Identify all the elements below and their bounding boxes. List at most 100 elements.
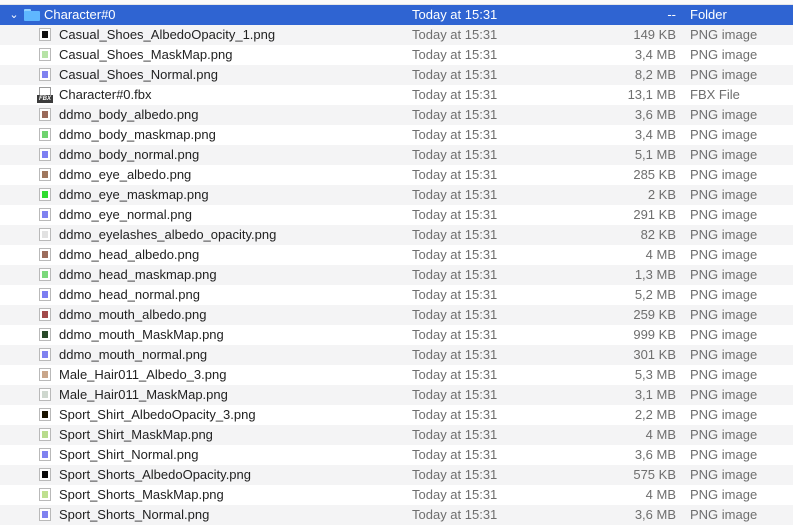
file-size: 149 KB xyxy=(633,27,676,42)
file-kind: FBX File xyxy=(690,87,740,102)
file-name: Male_Hair011_MaskMap.png xyxy=(59,387,228,402)
file-date: Today at 15:31 xyxy=(412,507,498,522)
file-kind: PNG image xyxy=(690,207,758,222)
file-date: Today at 15:31 xyxy=(412,187,498,202)
file-kind: PNG image xyxy=(690,227,758,242)
png-thumbnail-icon xyxy=(39,108,51,121)
file-date: Today at 15:31 xyxy=(412,347,498,362)
file-row[interactable]: Sport_Shirt_MaskMap.png Today at 15:31 4 M… xyxy=(0,425,793,445)
file-kind: PNG image xyxy=(690,167,758,182)
file-row[interactable]: FBX Character#0.fbx Today at 15:31 13,1 MB F… xyxy=(0,85,793,105)
file-row[interactable]: ddmo_body_maskmap.png Today at 15:31 3,4 M… xyxy=(0,125,793,145)
file-kind: PNG image xyxy=(690,267,758,282)
file-kind: PNG image xyxy=(690,387,758,402)
png-thumbnail-icon xyxy=(39,248,51,261)
file-name: ddmo_eyelashes_albedo_opacity.png xyxy=(59,227,277,242)
png-thumbnail-icon xyxy=(39,168,51,181)
file-name: ddmo_mouth_albedo.png xyxy=(59,307,207,322)
file-kind: PNG image xyxy=(690,287,758,302)
file-size: 1,3 MB xyxy=(634,267,676,282)
file-size: 4 MB xyxy=(645,247,676,262)
file-size: 13,1 MB xyxy=(627,87,676,102)
file-size: 3,6 MB xyxy=(634,107,676,122)
file-row[interactable]: Casual_Shoes_Normal.png Today at 15:31 8,2… xyxy=(0,65,793,85)
png-thumbnail-icon xyxy=(39,148,51,161)
file-row[interactable]: ddmo_eye_normal.png Today at 15:31 291 KB P… xyxy=(0,205,793,225)
file-row[interactable]: ddmo_mouth_albedo.png Today at 15:31 259 K… xyxy=(0,305,793,325)
file-row[interactable]: Sport_Shirt_Normal.png Today at 15:31 3,6 … xyxy=(0,445,793,465)
file-date: Today at 15:31 xyxy=(412,327,498,342)
chevron-down-icon[interactable]: ⌄ xyxy=(8,5,20,25)
png-thumbnail-icon xyxy=(39,228,51,241)
file-row[interactable]: ddmo_mouth_normal.png Today at 15:31 301 K… xyxy=(0,345,793,365)
file-kind: PNG image xyxy=(690,367,758,382)
file-name: Casual_Shoes_MaskMap.png xyxy=(59,47,233,62)
file-kind: PNG image xyxy=(690,407,758,422)
file-row[interactable]: ddmo_head_maskmap.png Today at 15:31 1,3 M… xyxy=(0,265,793,285)
file-date: Today at 15:31 xyxy=(412,367,498,382)
file-row[interactable]: ddmo_body_albedo.png Today at 15:31 3,6 MB… xyxy=(0,105,793,125)
file-size: 3,6 MB xyxy=(634,507,676,522)
file-name: Casual_Shoes_Normal.png xyxy=(59,67,218,82)
png-thumbnail-icon xyxy=(39,28,51,41)
file-row[interactable]: ddmo_head_normal.png Today at 15:31 5,2 MB… xyxy=(0,285,793,305)
file-size: 2 KB xyxy=(647,187,676,202)
file-row[interactable]: ddmo_body_normal.png Today at 15:31 5,1 MB… xyxy=(0,145,793,165)
file-name: ddmo_head_maskmap.png xyxy=(59,267,217,282)
png-thumbnail-icon xyxy=(39,408,51,421)
folder-row[interactable]: ⌄ Character#0 Today at 15:31 -- Folder xyxy=(0,5,793,25)
file-date: Today at 15:31 xyxy=(412,87,498,102)
file-size: 5,2 MB xyxy=(634,287,676,302)
file-name: ddmo_eye_maskmap.png xyxy=(59,187,209,202)
file-row[interactable]: Sport_Shorts_AlbedoOpacity.png Today at 1… xyxy=(0,465,793,485)
file-row[interactable]: Casual_Shoes_MaskMap.png Today at 15:31 3,… xyxy=(0,45,793,65)
file-row[interactable]: Sport_Shorts_Normal.png Today at 15:31 3,6… xyxy=(0,505,793,525)
file-name: ddmo_eye_normal.png xyxy=(59,207,192,222)
fbx-file-icon: FBX xyxy=(37,87,53,103)
file-row[interactable]: Male_Hair011_Albedo_3.png Today at 15:31 5… xyxy=(0,365,793,385)
file-row[interactable]: Casual_Shoes_AlbedoOpacity_1.png Today at… xyxy=(0,25,793,45)
file-date: Today at 15:31 xyxy=(412,407,498,422)
file-size: 4 MB xyxy=(645,487,676,502)
file-size: 82 KB xyxy=(640,227,676,242)
file-kind: PNG image xyxy=(690,447,758,462)
file-name: Character#0.fbx xyxy=(59,87,152,102)
file-size: 5,3 MB xyxy=(634,367,676,382)
file-size: 2,2 MB xyxy=(634,407,676,422)
file-row[interactable]: ddmo_eye_maskmap.png Today at 15:31 2 KB PN… xyxy=(0,185,793,205)
file-row[interactable]: ddmo_eyelashes_albedo_opacity.png Today a… xyxy=(0,225,793,245)
file-kind: PNG image xyxy=(690,187,758,202)
file-row[interactable]: Sport_Shirt_AlbedoOpacity_3.png Today at … xyxy=(0,405,793,425)
file-kind: PNG image xyxy=(690,347,758,362)
file-size: 259 KB xyxy=(633,307,676,322)
file-name: Male_Hair011_Albedo_3.png xyxy=(59,367,227,382)
file-row[interactable]: Sport_Shorts_MaskMap.png Today at 15:31 4 … xyxy=(0,485,793,505)
file-date: Today at 15:31 xyxy=(412,67,498,82)
file-kind: PNG image xyxy=(690,327,758,342)
file-kind: PNG image xyxy=(690,307,758,322)
png-thumbnail-icon xyxy=(39,428,51,441)
png-thumbnail-icon xyxy=(39,48,51,61)
file-kind: PNG image xyxy=(690,487,758,502)
file-row[interactable]: ddmo_head_albedo.png Today at 15:31 4 MB PN… xyxy=(0,245,793,265)
file-size: 3,6 MB xyxy=(634,447,676,462)
file-date: Today at 15:31 xyxy=(412,447,498,462)
folder-name: Character#0 xyxy=(44,7,116,22)
file-row[interactable]: Male_Hair011_MaskMap.png Today at 15:31 3,… xyxy=(0,385,793,405)
file-size: 4 MB xyxy=(645,427,676,442)
file-date: Today at 15:31 xyxy=(412,267,498,282)
file-name: ddmo_mouth_MaskMap.png xyxy=(59,327,224,342)
file-size: 301 KB xyxy=(633,347,676,362)
file-name: Sport_Shorts_MaskMap.png xyxy=(59,487,224,502)
png-thumbnail-icon xyxy=(39,208,51,221)
png-thumbnail-icon xyxy=(39,188,51,201)
file-size: 999 KB xyxy=(633,327,676,342)
file-row[interactable]: ddmo_eye_albedo.png Today at 15:31 285 KB P… xyxy=(0,165,793,185)
file-date: Today at 15:31 xyxy=(412,147,498,162)
file-date: Today at 15:31 xyxy=(412,307,498,322)
file-size: 3,4 MB xyxy=(634,47,676,62)
png-thumbnail-icon xyxy=(39,68,51,81)
file-name: Sport_Shorts_AlbedoOpacity.png xyxy=(59,467,251,482)
file-kind: PNG image xyxy=(690,507,758,522)
file-row[interactable]: ddmo_mouth_MaskMap.png Today at 15:31 999 … xyxy=(0,325,793,345)
